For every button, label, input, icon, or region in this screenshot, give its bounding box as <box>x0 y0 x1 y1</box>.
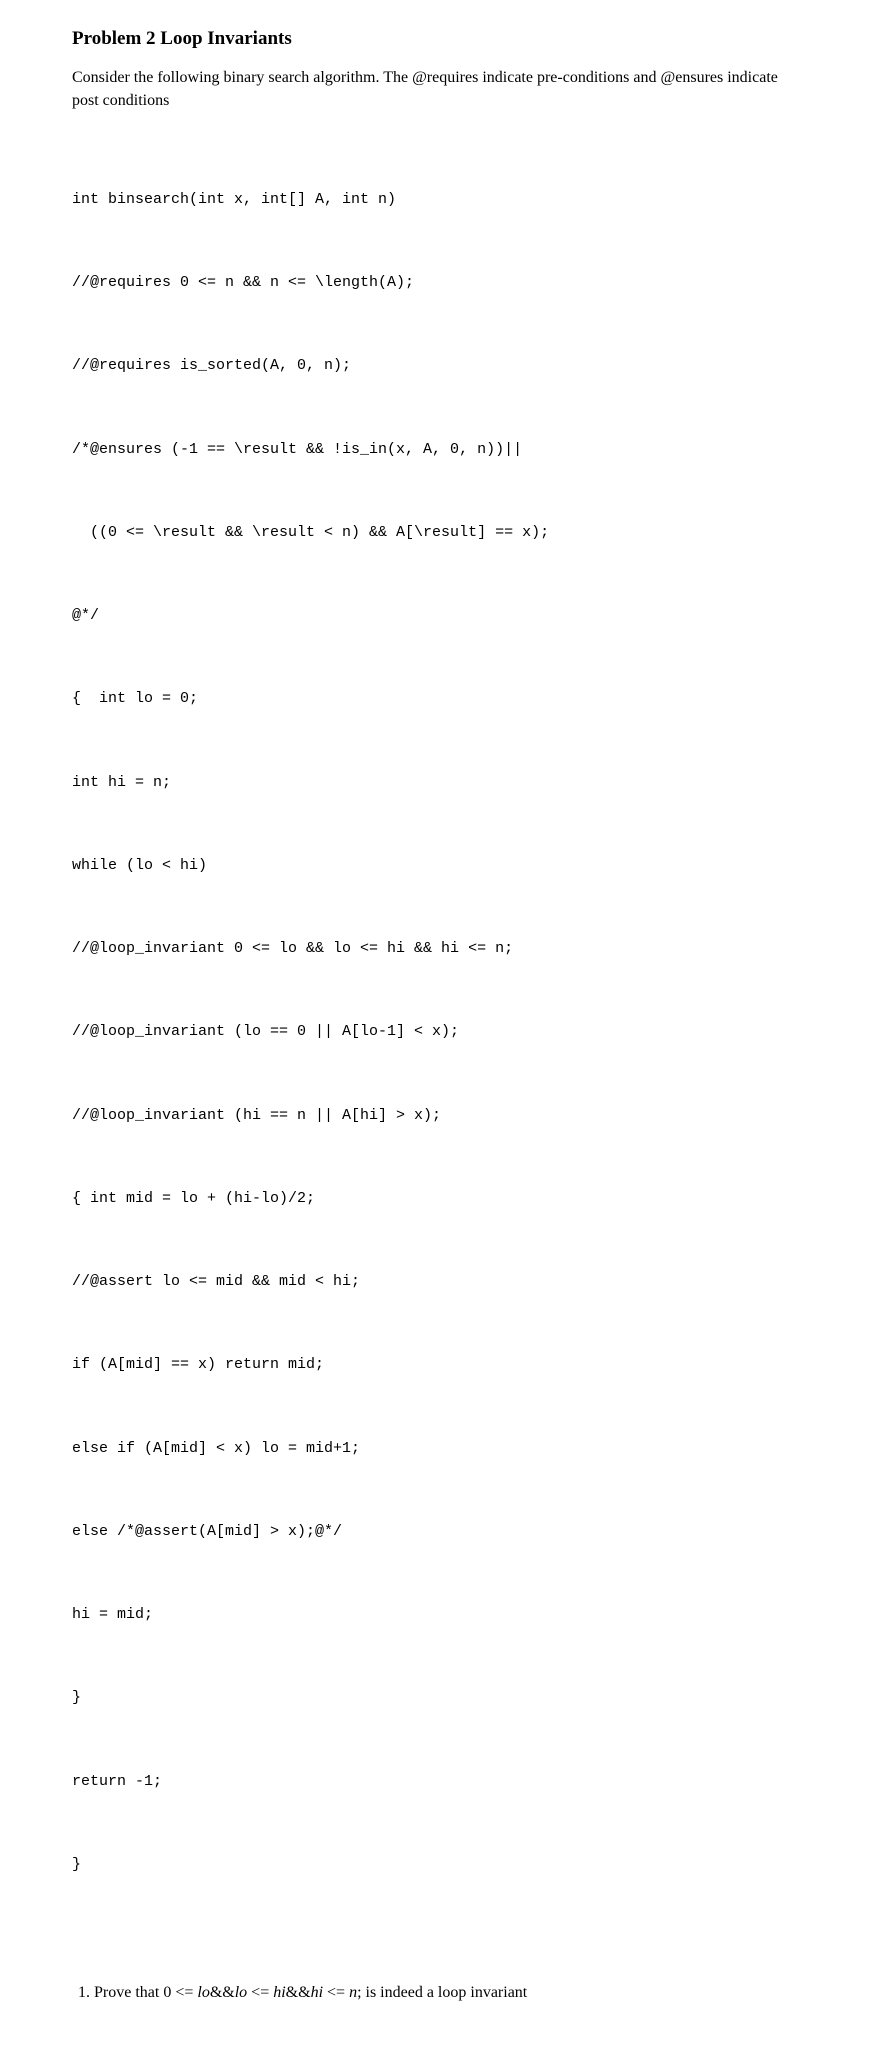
code-line: { int lo = 0; <box>72 685 799 713</box>
problem-heading: Problem 2 Loop Invariants <box>72 28 799 50</box>
math-op: <= <box>323 1984 349 2001</box>
code-line: /*@ensures (-1 == \result && !is_in(x, A… <box>72 436 799 464</box>
code-line: else /*@assert(A[mid] > x);@*/ <box>72 1518 799 1546</box>
math-var: lo <box>235 1984 247 2001</box>
code-line: //@loop_invariant (hi == n || A[hi] > x)… <box>72 1102 799 1130</box>
questions-list: 1. Prove that 0 <= lo&&lo <= hi&&hi <= n… <box>72 1982 799 2048</box>
math-op: <= <box>247 1984 273 2001</box>
math-var: n <box>349 1984 357 2001</box>
code-line: } <box>72 1684 799 1712</box>
code-line: hi = mid; <box>72 1601 799 1629</box>
code-line: else if (A[mid] < x) lo = mid+1; <box>72 1435 799 1463</box>
code-line: } <box>72 1851 799 1879</box>
question-1: 1. Prove that 0 <= lo&&lo <= hi&&hi <= n… <box>98 1982 799 2004</box>
question-text: Prove that 0 <= <box>94 1984 197 2001</box>
code-line: ((0 <= \result && \result < n) && A[\res… <box>72 519 799 547</box>
question-number: 1. <box>78 1984 90 2001</box>
code-line: //@assert lo <= mid && mid < hi; <box>72 1268 799 1296</box>
math-op: && <box>286 1984 311 2001</box>
code-line: int binsearch(int x, int[] A, int n) <box>72 186 799 214</box>
code-line: //@requires 0 <= n && n <= \length(A); <box>72 269 799 297</box>
intro-paragraph: Consider the following binary search alg… <box>72 66 799 112</box>
math-var: hi <box>273 1984 285 2001</box>
code-line: int hi = n; <box>72 769 799 797</box>
math-var: lo <box>197 1984 209 2001</box>
code-line: { int mid = lo + (hi-lo)/2; <box>72 1185 799 1213</box>
code-line: //@loop_invariant (lo == 0 || A[lo-1] < … <box>72 1018 799 1046</box>
code-line: while (lo < hi) <box>72 852 799 880</box>
math-var: hi <box>311 1984 323 2001</box>
code-block: int binsearch(int x, int[] A, int n) //@… <box>72 130 799 1934</box>
math-op: && <box>210 1984 235 2001</box>
document-page: Problem 2 Loop Invariants Consider the f… <box>0 0 871 2048</box>
code-line: //@loop_invariant 0 <= lo && lo <= hi &&… <box>72 935 799 963</box>
code-line: if (A[mid] == x) return mid; <box>72 1351 799 1379</box>
code-line: //@requires is_sorted(A, 0, n); <box>72 352 799 380</box>
question-text: ; is indeed a loop invariant <box>357 1984 527 2001</box>
code-line: return -1; <box>72 1768 799 1796</box>
code-line: @*/ <box>72 602 799 630</box>
